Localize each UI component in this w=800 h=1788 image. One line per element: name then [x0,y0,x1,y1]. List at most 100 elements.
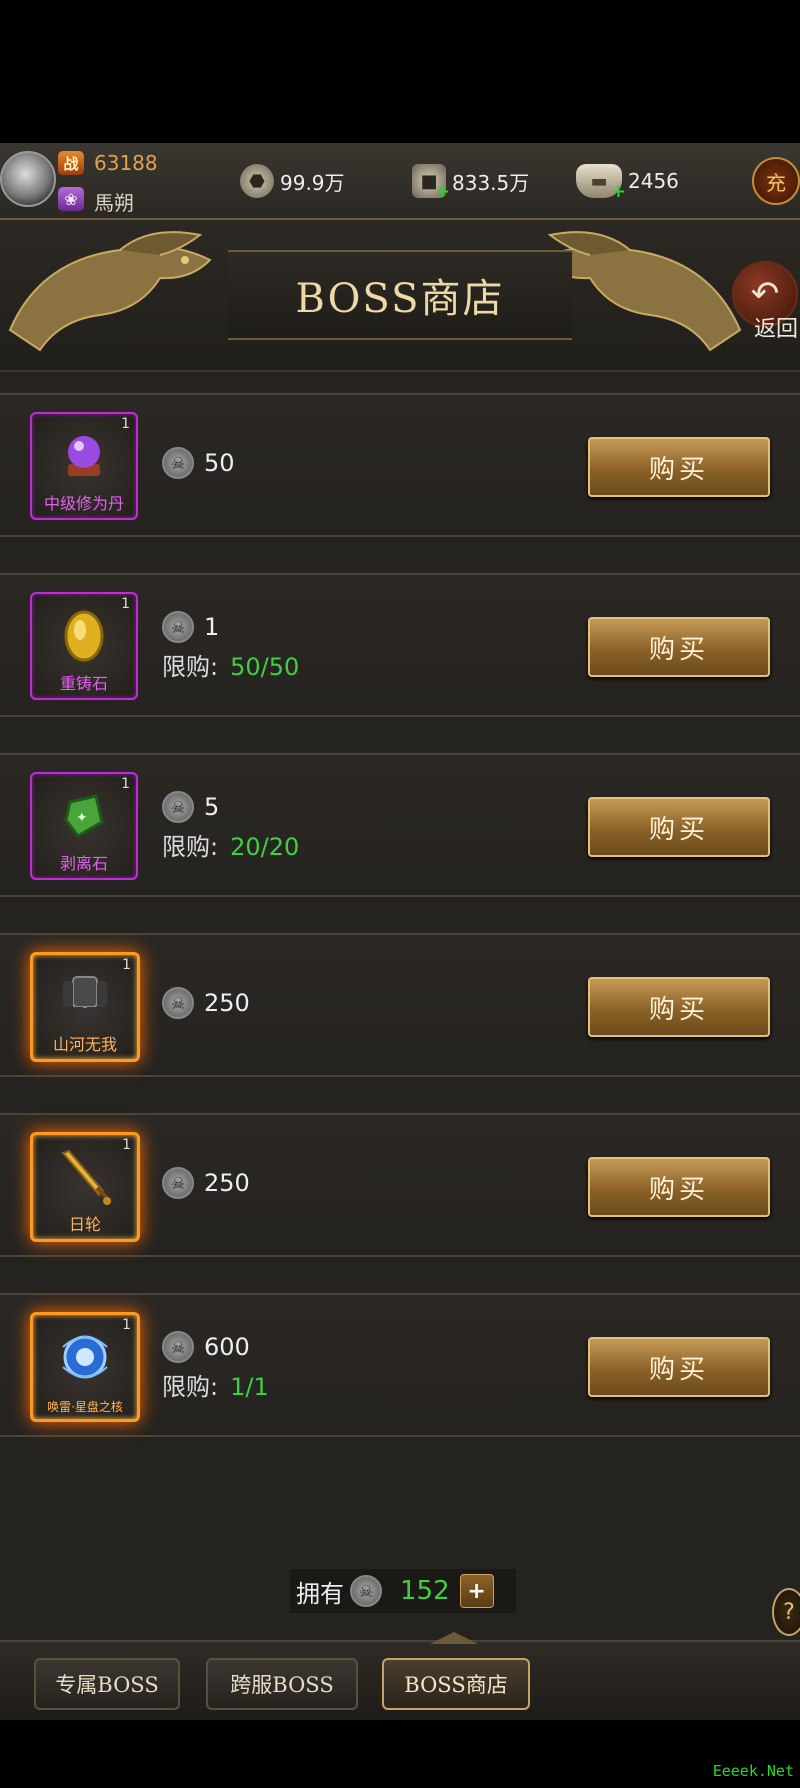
price-value: 250 [204,989,250,1017]
dragon-ornament-left-icon [8,231,212,352]
buy-button[interactable]: 购买 [588,1337,770,1397]
gold-stone-icon [64,610,104,662]
purple-orb-pill-icon [68,435,100,476]
limit-label: 限购: [162,1373,219,1401]
shop-item-row: 1 日轮 ☠ 250 购买 [0,1113,800,1257]
price-value: 1 [204,613,220,641]
tab-cross-server-boss[interactable]: 跨服BOSS [206,1658,358,1710]
combat-power-value: 63188 [94,151,158,175]
golden-sword-icon [61,1149,111,1205]
item-slot[interactable]: 1 日轮 [30,1132,140,1242]
lotus-icon: ❀ [58,187,84,211]
price-value: 50 [204,449,235,477]
item-slot[interactable]: 1 山河无我 [30,952,140,1062]
shop-item-row: 1 重铸石 ☠ 1 限购: 50/50 购买 [0,573,800,717]
item-count: 1 [122,1137,131,1153]
item-count: 1 [121,416,130,432]
boss-shop-screen: 战 63188 ❀ 馬朔 ⬣ 99.9万 ■ + 833.5万 ▬ + 2456 充 [0,143,800,1720]
purchase-limit: 限购: 1/1 [162,1367,269,1402]
thunder-orb-icon [62,1335,108,1379]
add-copper-icon[interactable]: + [435,181,450,202]
copper-value: 833.5万 [452,170,530,195]
svg-text:✦: ✦ [76,810,88,826]
item-price: ☠ 1 [162,611,219,643]
active-tab-indicator [430,1632,478,1644]
item-price: ☠ 5 [162,791,219,823]
item-slot[interactable]: 1 中级修为丹 [30,412,138,520]
stamina-resource[interactable]: ⬣ 99.9万 [240,162,345,200]
shop-item-row: 1 唤雷·星盘之核 ☠ 600 限购: 1/1 购买 [0,1293,800,1437]
item-count: 1 [121,596,130,612]
price-value: 600 [204,1333,250,1361]
buy-button[interactable]: 购买 [588,797,770,857]
page-title: BOSS商店 [295,276,505,322]
limit-label: 限购: [162,833,219,861]
copper-resource[interactable]: ■ + 833.5万 [412,162,530,202]
add-gold-icon[interactable]: + [611,181,626,202]
item-count: 1 [122,957,131,973]
item-name: 唤雷·星盘之核 [47,1400,123,1414]
tab-boss-shop[interactable]: BOSS商店 [382,1658,530,1710]
limit-value: 1/1 [230,1373,269,1401]
title-banner: BOSS商店 [0,220,800,372]
item-name: 中级修为丹 [43,494,124,513]
item-count: 1 [121,776,130,792]
watermark: Eeeek.Net [712,1762,794,1780]
purchase-limit: 限购: 20/20 [162,827,299,862]
skull-currency-icon: ☠ [162,791,194,823]
buy-button[interactable]: 购买 [588,977,770,1037]
item-slot[interactable]: ✦ 1 剥离石 [30,772,138,880]
back-label: 返回 [753,317,798,342]
item-count: 1 [122,1317,131,1333]
tab-bar: 专属BOSS 跨服BOSS BOSS商店 [0,1632,800,1720]
price-value: 250 [204,1169,250,1197]
limit-label: 限购: [162,653,219,681]
limit-value: 50/50 [230,653,300,681]
gold-resource[interactable]: ▬ + 2456 [576,162,679,202]
shop-item-row: 1 中级修为丹 ☠ 50 购买 [0,393,800,537]
owned-label: 拥有 [296,1579,344,1608]
skull-currency-icon: ☠ [162,447,194,479]
skull-currency-icon: ☠ [162,1167,194,1199]
armor-set-icon [63,975,107,1023]
player-avatar[interactable] [0,151,56,207]
skull-currency-icon: ☠ [162,611,194,643]
skull-currency-icon: ☠ [162,1331,194,1363]
item-price: ☠ 250 [162,987,250,1019]
item-name: 剥离石 [59,854,108,873]
item-name: 重铸石 [59,674,108,693]
item-price: ☠ 50 [162,447,235,479]
stamina-value: 99.9万 [280,170,345,195]
title-plate: BOSS商店 [228,250,572,340]
item-price: ☠ 250 [162,1167,250,1199]
item-slot[interactable]: 1 重铸石 [30,592,138,700]
limit-value: 20/20 [230,833,300,861]
buy-button[interactable]: 购买 [588,1157,770,1217]
gold-ingot-icon: ▬ + [576,164,626,202]
tab-exclusive-boss[interactable]: 专属BOSS [34,1658,180,1710]
back-button[interactable]: ↶ 返回 [728,261,798,342]
add-currency-button[interactable]: + [459,1574,494,1608]
item-price: ☠ 600 [162,1331,250,1363]
purchase-limit: 限购: 50/50 [162,647,299,682]
price-value: 5 [204,793,220,821]
skull-currency-icon: ☠ [162,987,194,1019]
gold-value: 2456 [628,169,679,193]
item-slot[interactable]: 1 唤雷·星盘之核 [30,1312,140,1422]
combat-power-icon: 战 [58,151,84,175]
skull-currency-icon: ☠ [350,1575,382,1607]
recharge-button[interactable]: 充 [752,157,800,205]
help-button[interactable]: ? [772,1588,800,1636]
shop-item-row: 1 山河无我 ☠ 250 购买 [0,933,800,1077]
shop-item-row: ✦ 1 剥离石 ☠ 5 限购: 20/20 购买 [0,753,800,897]
copper-coin-icon: ■ + [412,164,450,202]
buy-button[interactable]: 购买 [588,617,770,677]
owned-value: 152 [400,1576,450,1606]
player-name: 馬朔 [94,191,134,215]
resource-bar: 战 63188 ❀ 馬朔 ⬣ 99.9万 ■ + 833.5万 ▬ + 2456 充 [0,143,800,220]
owned-currency: 拥有 ☠ 152 + [290,1569,516,1613]
item-name: 山河无我 [52,1035,117,1054]
green-stone-icon: ✦ [64,793,104,838]
buy-button[interactable]: 购买 [588,437,770,497]
stamina-icon: ⬣ [240,164,274,198]
